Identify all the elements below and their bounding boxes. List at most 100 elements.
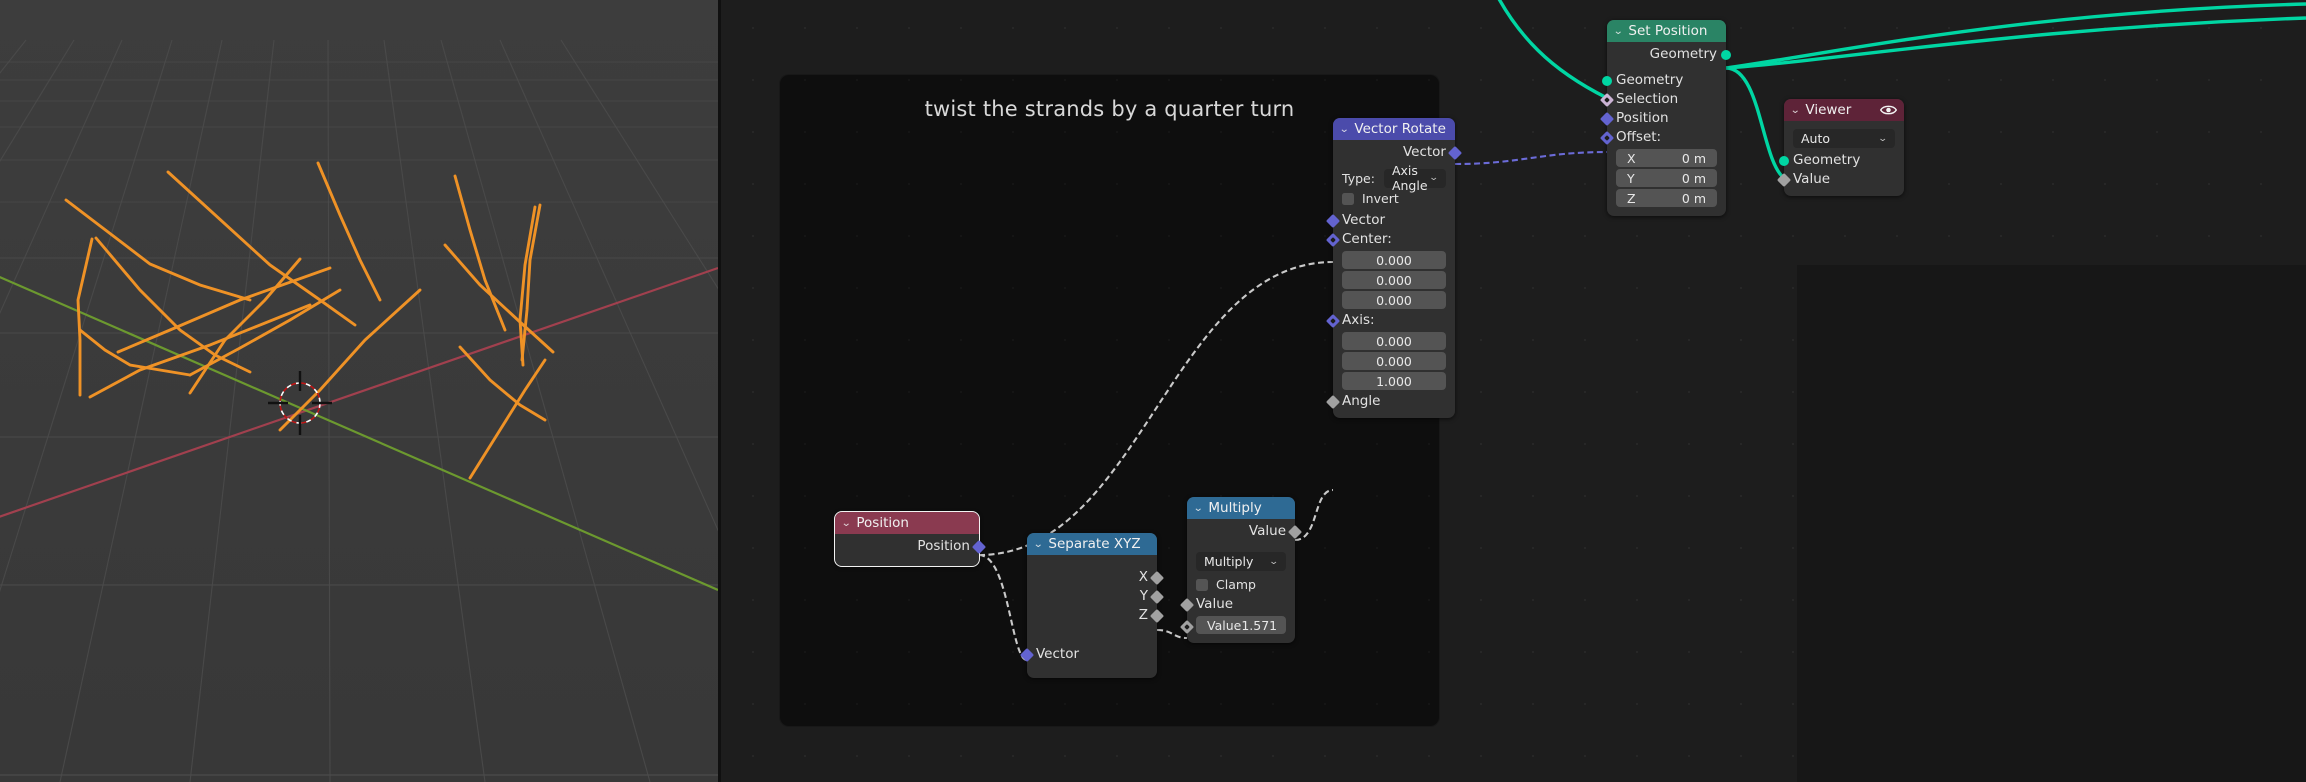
offset-x-value: 0 m: [1681, 150, 1706, 166]
socket-label-y: Y: [1139, 588, 1148, 604]
node-set-position-header[interactable]: ⌄ Set Position: [1607, 20, 1726, 42]
offset-x-label: X: [1627, 150, 1636, 166]
node-viewer[interactable]: ⌄ Viewer Auto ⌄ Geometry Value: [1776, 99, 1904, 196]
chevron-down-icon[interactable]: ⌄: [841, 518, 851, 529]
type-dropdown[interactable]: Axis Angle ⌄: [1383, 163, 1446, 193]
node-vector-rotate-header[interactable]: ⌄ Vector Rotate: [1333, 118, 1455, 140]
clamp-checkbox-row[interactable]: Clamp: [1187, 574, 1295, 595]
socket-label-position: Position: [1616, 110, 1669, 126]
socket-row-z[interactable]: Z: [1027, 606, 1165, 625]
geometry-node-editor[interactable]: twist the strands by a quarter turn ⌄ Po…: [721, 0, 2306, 782]
socket-geometry-input[interactable]: [1779, 156, 1789, 166]
clamp-label: Clamp: [1216, 577, 1256, 592]
socket-row-sp-geometry-out[interactable]: Geometry: [1607, 45, 1731, 64]
domain-dropdown[interactable]: Auto ⌄: [1793, 129, 1895, 148]
socket-row-multiply-value-out[interactable]: Value: [1187, 522, 1303, 541]
value-field[interactable]: Value 1.571: [1196, 616, 1286, 634]
socket-label-x: X: [1138, 569, 1148, 585]
chevron-down-icon[interactable]: ⌄: [1429, 173, 1439, 183]
node-set-position-title: Set Position: [1628, 23, 1708, 39]
socket-label-offset: Offset:: [1616, 129, 1662, 145]
offset-z-label: Z: [1627, 190, 1636, 206]
center-z-field[interactable]: 0.000: [1342, 291, 1446, 309]
center-x-field[interactable]: 0.000: [1342, 251, 1446, 269]
node-multiply-header[interactable]: ⌄ Multiply: [1187, 497, 1295, 519]
socket-label-vector-out: Vector: [1402, 144, 1446, 160]
socket-row-y[interactable]: Y: [1027, 587, 1165, 606]
chevron-down-icon[interactable]: ⌄: [1790, 105, 1800, 116]
socket-label-geometry-in: Geometry: [1616, 72, 1684, 88]
center-y-field[interactable]: 0.000: [1342, 271, 1446, 289]
socket-row-selection[interactable]: Selection: [1599, 90, 1726, 109]
socket-row-viewer-geometry[interactable]: Geometry: [1779, 151, 1904, 170]
viewport-canvas: [0, 0, 718, 782]
offset-z-value: 0 m: [1681, 190, 1706, 206]
node-position-header[interactable]: ⌄ Position: [835, 512, 979, 534]
socket-label-value-in-1: Value: [1196, 596, 1234, 612]
domain-value: Auto: [1801, 131, 1831, 146]
socket-label-geometry: Geometry: [1793, 152, 1861, 168]
node-multiply[interactable]: ⌄ Multiply Value Multiply ⌄ Clamp Value …: [1179, 497, 1303, 643]
node-viewer-title: Viewer: [1805, 102, 1852, 118]
socket-geometry-input[interactable]: [1602, 76, 1612, 86]
socket-label-axis: Axis:: [1342, 312, 1375, 328]
chevron-down-icon[interactable]: ⌄: [1339, 124, 1349, 135]
socket-row-x[interactable]: X: [1027, 568, 1165, 587]
chevron-down-icon[interactable]: ⌄: [1613, 26, 1623, 37]
operation-dropdown[interactable]: Multiply ⌄: [1196, 552, 1286, 571]
eye-icon[interactable]: [1880, 104, 1897, 116]
node-vector-rotate-title: Vector Rotate: [1354, 121, 1446, 137]
type-value: Axis Angle: [1391, 163, 1428, 193]
socket-row-axis[interactable]: Axis:: [1325, 311, 1455, 330]
socket-row-vr-vector-in[interactable]: Vector: [1325, 211, 1455, 230]
socket-label-center: Center:: [1342, 231, 1392, 247]
node-position-title: Position: [856, 515, 909, 531]
node-separate-xyz-header[interactable]: ⌄ Separate XYZ: [1027, 533, 1157, 555]
value-field-number: 1.571: [1241, 617, 1278, 633]
socket-row-angle[interactable]: Angle: [1325, 392, 1455, 411]
chevron-down-icon[interactable]: ⌄: [1878, 134, 1888, 144]
operation-value: Multiply: [1204, 554, 1254, 569]
socket-row-position-out[interactable]: Position: [835, 537, 987, 556]
node-vector-rotate[interactable]: ⌄ Vector Rotate Vector Type: Axis Angle …: [1325, 118, 1463, 418]
offset-y-value: 0 m: [1681, 170, 1706, 186]
socket-row-vector-in[interactable]: Vector: [1019, 645, 1157, 664]
socket-row-vr-vector-out[interactable]: Vector: [1333, 143, 1463, 162]
socket-row-multiply-value-in-1[interactable]: Value: [1179, 595, 1295, 614]
node-multiply-title: Multiply: [1208, 500, 1262, 516]
axis-z-field[interactable]: 1.000: [1342, 372, 1446, 390]
offset-x-field[interactable]: X 0 m: [1616, 149, 1717, 167]
type-row[interactable]: Type: Axis Angle ⌄: [1333, 163, 1455, 193]
socket-geometry-output[interactable]: [1721, 50, 1731, 60]
invert-checkbox[interactable]: [1342, 192, 1354, 205]
chevron-down-icon[interactable]: ⌄: [1269, 557, 1279, 567]
socket-label-vector-in: Vector: [1342, 212, 1386, 228]
node-set-position[interactable]: ⌄ Set Position Geometry Geometry Selecti…: [1599, 20, 1731, 216]
offset-y-field[interactable]: Y 0 m: [1616, 169, 1717, 187]
socket-label-position: Position: [917, 538, 970, 554]
node-position[interactable]: ⌄ Position Position: [834, 511, 987, 567]
background-panel: [1797, 265, 2306, 782]
node-separate-xyz-title: Separate XYZ: [1048, 536, 1141, 552]
socket-row-sp-geometry-in[interactable]: Geometry: [1602, 71, 1726, 90]
chevron-down-icon[interactable]: ⌄: [1033, 539, 1043, 550]
offset-z-field[interactable]: Z 0 m: [1616, 189, 1717, 207]
axis-y-field[interactable]: 0.000: [1342, 352, 1446, 370]
chevron-down-icon[interactable]: ⌄: [1193, 503, 1203, 514]
invert-checkbox-row[interactable]: Invert: [1333, 188, 1455, 209]
3d-viewport[interactable]: [0, 0, 718, 782]
socket-label-vector: Vector: [1036, 646, 1080, 662]
axis-x-field[interactable]: 0.000: [1342, 332, 1446, 350]
node-viewer-header[interactable]: ⌄ Viewer: [1784, 99, 1904, 121]
socket-row-center[interactable]: Center:: [1325, 230, 1455, 249]
socket-row-offset[interactable]: Offset:: [1599, 128, 1726, 147]
socket-label-value: Value: [1793, 171, 1831, 187]
socket-label-z: Z: [1138, 607, 1148, 623]
clamp-checkbox[interactable]: [1196, 578, 1208, 591]
invert-label: Invert: [1362, 191, 1399, 206]
type-label: Type:: [1342, 170, 1375, 186]
socket-row-sp-position[interactable]: Position: [1599, 109, 1726, 128]
socket-label-value-out: Value: [1248, 523, 1286, 539]
socket-row-viewer-value[interactable]: Value: [1776, 170, 1904, 189]
node-separate-xyz[interactable]: ⌄ Separate XYZ X Y Z Vector: [1019, 533, 1165, 678]
